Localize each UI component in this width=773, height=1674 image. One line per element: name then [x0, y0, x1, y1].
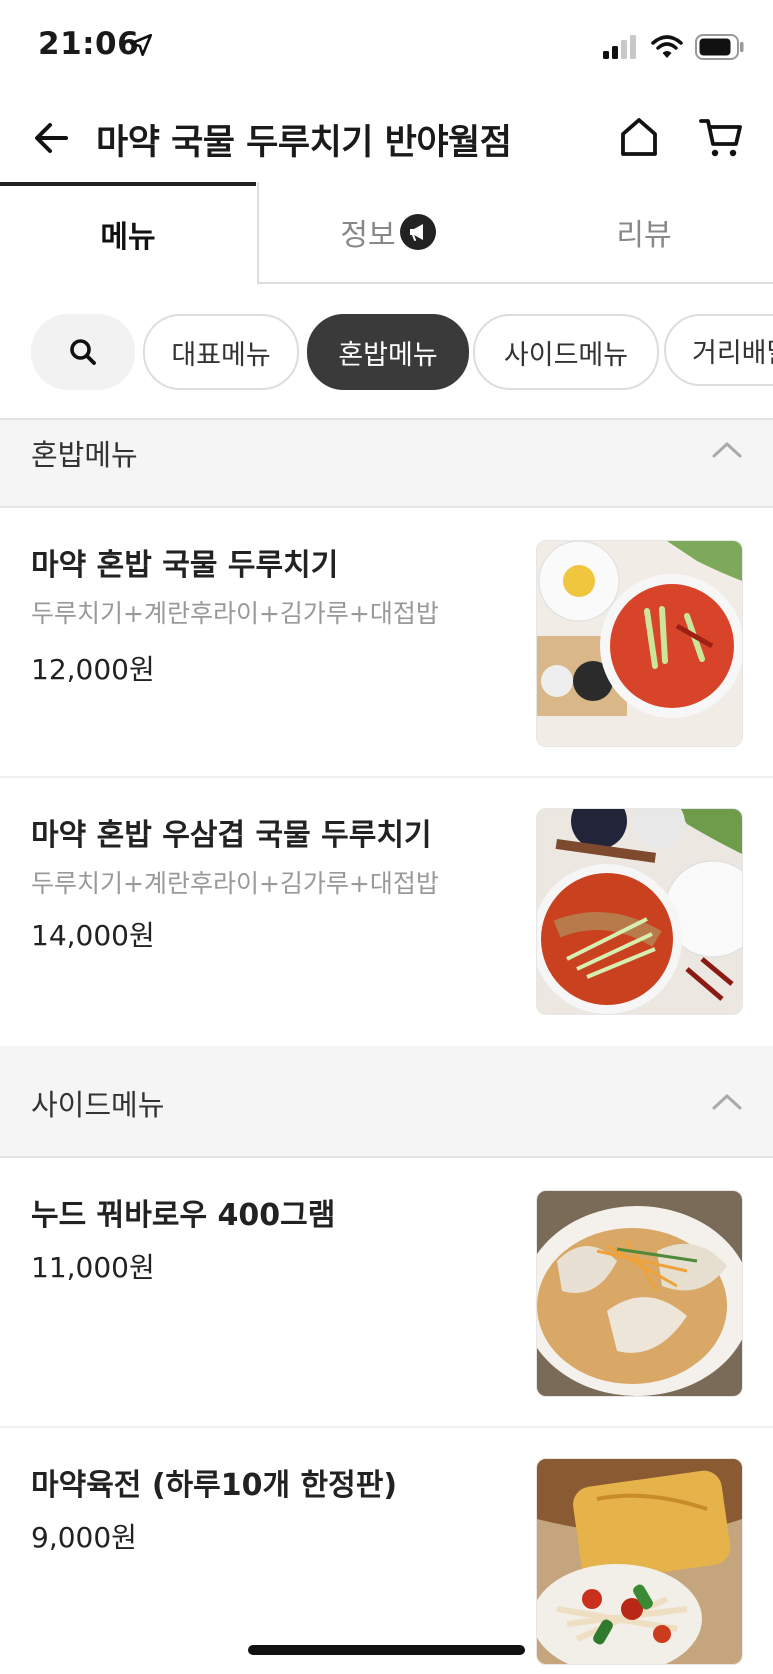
- chip-label: 거리배달: [692, 337, 773, 369]
- item-image: [536, 540, 743, 747]
- chip-distance-delivery[interactable]: 거리배달: [664, 314, 773, 386]
- chip-label: 대표메뉴: [171, 339, 271, 371]
- item-image: [536, 1458, 743, 1665]
- wifi-icon: [651, 35, 683, 63]
- tab-review[interactable]: 리뷰: [515, 182, 773, 284]
- cart-button[interactable]: [698, 114, 744, 160]
- tab-menu[interactable]: 메뉴: [0, 182, 256, 282]
- store-tabs: 메뉴 정보 리뷰: [0, 182, 773, 284]
- item-image: [536, 1190, 743, 1397]
- home-indicator: [248, 1645, 525, 1655]
- status-time: 21:06: [38, 26, 140, 62]
- menu-item[interactable]: 누드 꿔바로우 400그램 11,000원: [0, 1158, 773, 1428]
- category-chips: 대표메뉴 혼밥메뉴 사이드메뉴 거리배달: [0, 314, 773, 390]
- item-price: 11,000원: [31, 1251, 155, 1284]
- chevron-up-icon: [711, 1092, 743, 1116]
- back-button[interactable]: [30, 116, 74, 160]
- chip-label: 혼밥메뉴: [338, 339, 438, 371]
- item-name: 누드 꿔바로우 400그램: [31, 1198, 336, 1233]
- store-title: 마약 국물 두루치기 반야월점: [96, 123, 512, 163]
- menu-item[interactable]: 마약 혼밥 우삼겹 국물 두루치기 두루치기+계란후라이+김가루+대접밥 14,…: [0, 778, 773, 1044]
- section-title: 혼밥메뉴: [31, 438, 138, 472]
- chevron-up-icon: [711, 440, 743, 464]
- signal-icon: [603, 35, 639, 63]
- item-name: 마약 혼밥 국물 두루치기: [31, 548, 339, 583]
- menu-search-button[interactable]: [31, 314, 135, 390]
- item-image: [536, 808, 743, 1015]
- section-header-solo[interactable]: 혼밥메뉴: [0, 420, 773, 508]
- chip-side-menu[interactable]: 사이드메뉴: [473, 314, 659, 390]
- status-bar: 21:06: [0, 0, 773, 96]
- battery-icon: [695, 34, 745, 64]
- section-header-side[interactable]: 사이드메뉴: [0, 1046, 773, 1158]
- item-price: 9,000원: [31, 1521, 137, 1554]
- tab-menu-label: 메뉴: [100, 220, 156, 255]
- home-icon: [621, 118, 657, 156]
- tab-review-label: 리뷰: [616, 218, 672, 253]
- chip-label: 사이드메뉴: [503, 339, 629, 371]
- menu-item[interactable]: 마약 혼밥 국물 두루치기 두루치기+계란후라이+김가루+대접밥 12,000원: [0, 508, 773, 778]
- menu-item[interactable]: 마약육전 (하루10개 한정판) 9,000원: [0, 1428, 773, 1674]
- item-price: 12,000원: [31, 653, 155, 686]
- back-arrow-icon: [35, 123, 68, 153]
- status-indicators: [603, 34, 745, 64]
- item-price: 14,000원: [31, 919, 155, 952]
- search-icon: [70, 339, 96, 365]
- location-arrow-icon: [128, 32, 154, 62]
- tab-info-label: 정보: [340, 218, 396, 253]
- item-description: 두루치기+계란후라이+김가루+대접밥: [31, 599, 439, 628]
- section-title: 사이드메뉴: [31, 1088, 165, 1122]
- chip-solo-menu[interactable]: 혼밥메뉴: [307, 314, 469, 390]
- megaphone-icon: [399, 214, 436, 250]
- cart-icon: [699, 119, 742, 157]
- item-name: 마약 혼밥 우삼겹 국물 두루치기: [31, 818, 432, 853]
- home-button[interactable]: [616, 114, 662, 160]
- item-description: 두루치기+계란후라이+김가루+대접밥: [31, 869, 439, 898]
- item-name: 마약육전 (하루10개 한정판): [31, 1468, 398, 1503]
- app-header: 마약 국물 두루치기 반야월점: [0, 96, 773, 182]
- chip-signature-menu[interactable]: 대표메뉴: [143, 314, 299, 390]
- tab-info[interactable]: 정보: [257, 182, 517, 284]
